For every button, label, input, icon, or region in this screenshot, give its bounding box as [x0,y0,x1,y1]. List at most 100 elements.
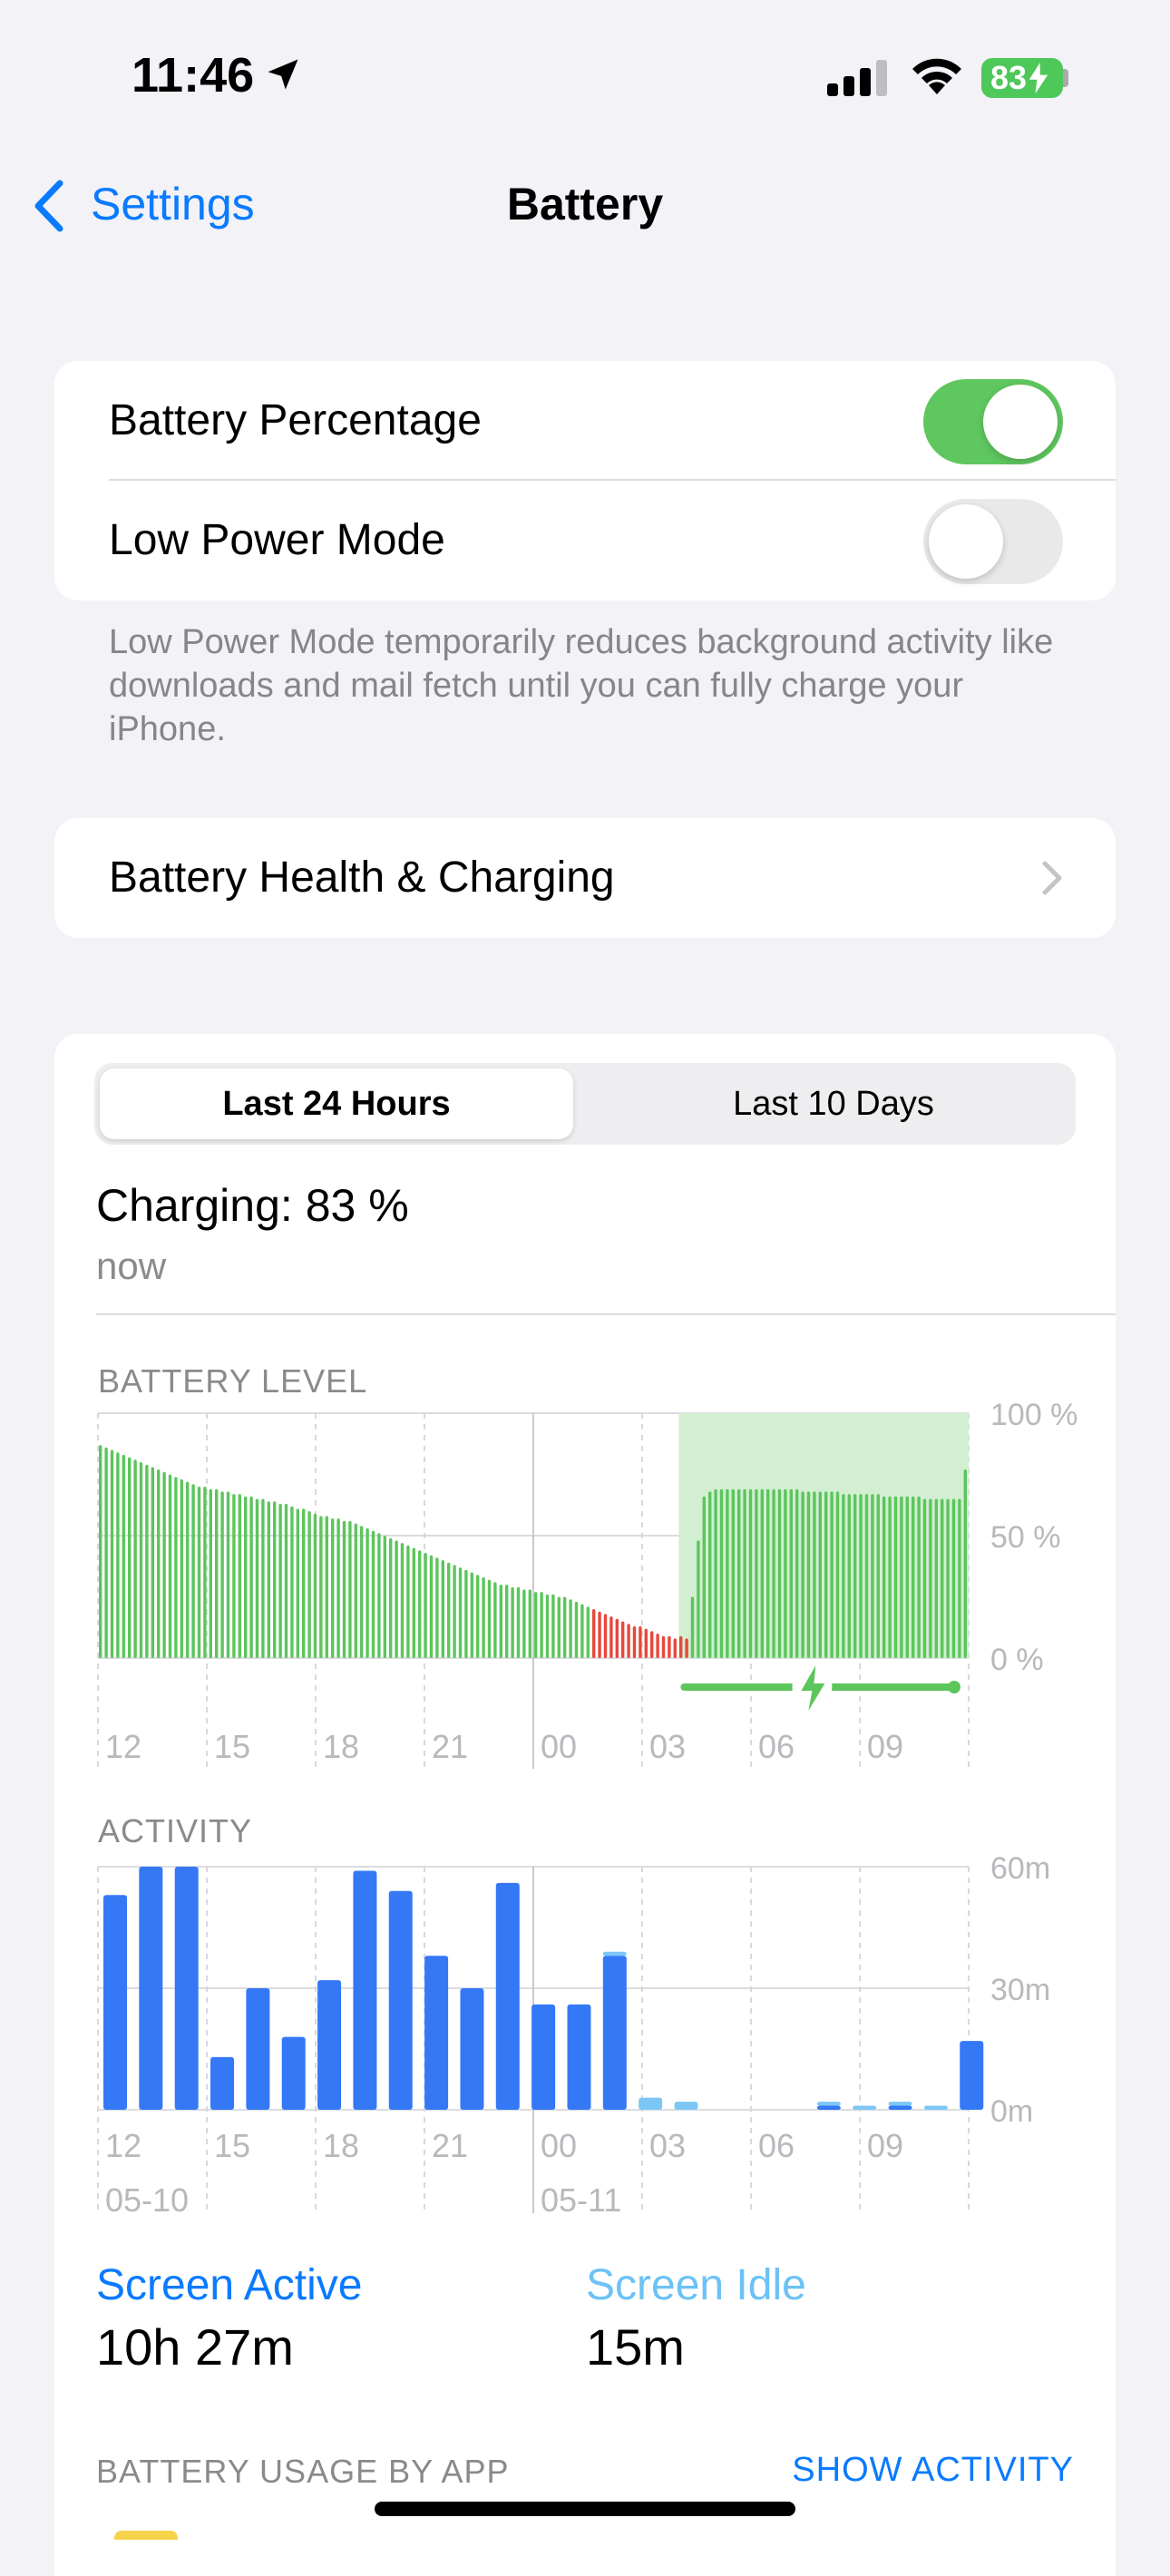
y-tick-label: 50 % [990,1520,1061,1555]
battery-level-bar [609,1616,613,1658]
y-tick-label: 30m [990,1973,1050,2007]
battery-level-bar [99,1445,102,1658]
battery-level-bar [737,1488,741,1658]
battery-level-bar [511,1586,514,1658]
battery-level-bar [644,1628,648,1658]
battery-level-bar [429,1555,434,1658]
battery-level-bar [540,1592,543,1658]
battery-level-bar [766,1488,770,1658]
battery-level-bar [203,1487,207,1658]
screen-active-label: Screen Active [96,2261,363,2309]
battery-percentage-toggle[interactable] [923,379,1063,464]
battery-level-bar [958,1498,961,1658]
battery-level-bar [813,1491,816,1658]
x-tick-label: 21 [432,1728,468,1765]
battery-level-bar [842,1494,845,1658]
battery-level-bar [331,1518,335,1658]
battery-level-bar [441,1560,444,1658]
battery-level-bar [941,1498,944,1658]
battery-level-bar [255,1498,259,1658]
battery-level-bar [116,1452,120,1658]
y-tick-label: 60m [990,1851,1050,1886]
battery-percentage-label: Battery Percentage [109,396,482,444]
battery-level-bar [847,1494,851,1658]
battery-level-bar [168,1474,172,1658]
battery-level-bar [325,1516,328,1658]
battery-level-bar [366,1527,369,1658]
battery-level-bar [864,1494,869,1658]
battery-level-bar [406,1545,410,1658]
battery-level-bar [389,1537,393,1658]
battery-level-bar [110,1449,114,1658]
battery-level-bar [435,1557,439,1658]
battery-level-bar [569,1599,572,1658]
battery-level-bar [621,1621,625,1658]
battery-level-bar [458,1567,463,1658]
battery-level-bar [522,1589,526,1658]
battery-level-bar [209,1488,212,1658]
battery-level-bar [197,1487,201,1658]
battery-level-bar [528,1589,531,1658]
battery-level-bar [801,1491,804,1658]
battery-level-bar [157,1469,161,1658]
charging-status-time: now [96,1244,167,1287]
battery-usage-card: Last 24 Hours Last 10 Days Charging: 83 … [54,1034,1116,2576]
battery-level-bar [348,1520,352,1658]
low-power-mode-label: Low Power Mode [109,516,445,564]
battery-level-bar [220,1491,224,1658]
battery-level-bar [963,1469,967,1658]
battery-level-bar [772,1488,775,1658]
battery-level-bar [487,1579,492,1658]
screen-idle-bar [888,2102,912,2106]
battery-level-bar [278,1503,282,1658]
tab-last-24-hours[interactable]: Last 24 Hours [100,1068,573,1139]
divider [96,1313,1116,1315]
low-power-mode-toggle[interactable] [923,499,1063,584]
battery-level-bar [145,1464,149,1658]
x-tick-label: 18 [323,1728,359,1765]
battery-usage-by-app-label: BATTERY USAGE BY APP [96,2453,510,2490]
battery-level-bar [632,1625,637,1658]
battery-level-bar [784,1488,787,1658]
screen-idle-bar [674,2102,698,2110]
screen-active-bar [888,2105,912,2110]
y-tick-label: 0m [990,2094,1033,2129]
battery-level-bar [371,1530,375,1658]
battery-level-bar [505,1585,509,1658]
battery-settings-card: Battery Percentage Low Power Mode [54,361,1116,600]
tab-last-10-days[interactable]: Last 10 Days [597,1068,1070,1139]
battery-level-bar [690,1596,695,1658]
battery-level-bar [180,1478,183,1658]
screen-active-bar [602,1956,627,2110]
battery-health-label: Battery Health & Charging [109,854,615,902]
battery-level-bar [661,1635,666,1658]
x-tick-label: 03 [649,1728,686,1765]
battery-level-bar [499,1585,502,1658]
screen-active-bar [353,1870,377,2110]
battery-level-bar [905,1496,909,1658]
battery-level-bar [859,1494,863,1658]
battery-level-bar [296,1508,299,1658]
y-tick-label: 0 % [990,1643,1044,1677]
battery-level-bar [871,1494,874,1658]
battery-level-bar [835,1491,840,1658]
cellular-signal-icon [827,60,887,96]
screen-active-bar [388,1890,413,2110]
battery-level-bar [755,1488,758,1658]
low-power-footnote: Low Power Mode temporarily reduces backg… [109,623,1054,748]
activity-section-label: ACTIVITY [98,1812,253,1849]
battery-level-bar [656,1634,659,1658]
status-time: 11:46 [132,48,255,102]
battery-level-bar [215,1488,219,1658]
battery-level-bar [563,1596,567,1658]
battery-health-row[interactable]: Battery Health & Charging [54,818,1116,938]
x-tick-label: 21 [432,2127,468,2164]
screen-active-bar [567,2004,591,2110]
battery-level-bar [273,1501,277,1658]
charging-status-title: Charging: 83 % [96,1180,409,1231]
battery-level-bar [284,1503,288,1658]
x-tick-label: 15 [214,2127,250,2164]
show-activity-button[interactable]: SHOW ACTIVITY [792,2451,1074,2490]
battery-level-bar [731,1488,735,1658]
battery-level-bar [354,1523,357,1658]
